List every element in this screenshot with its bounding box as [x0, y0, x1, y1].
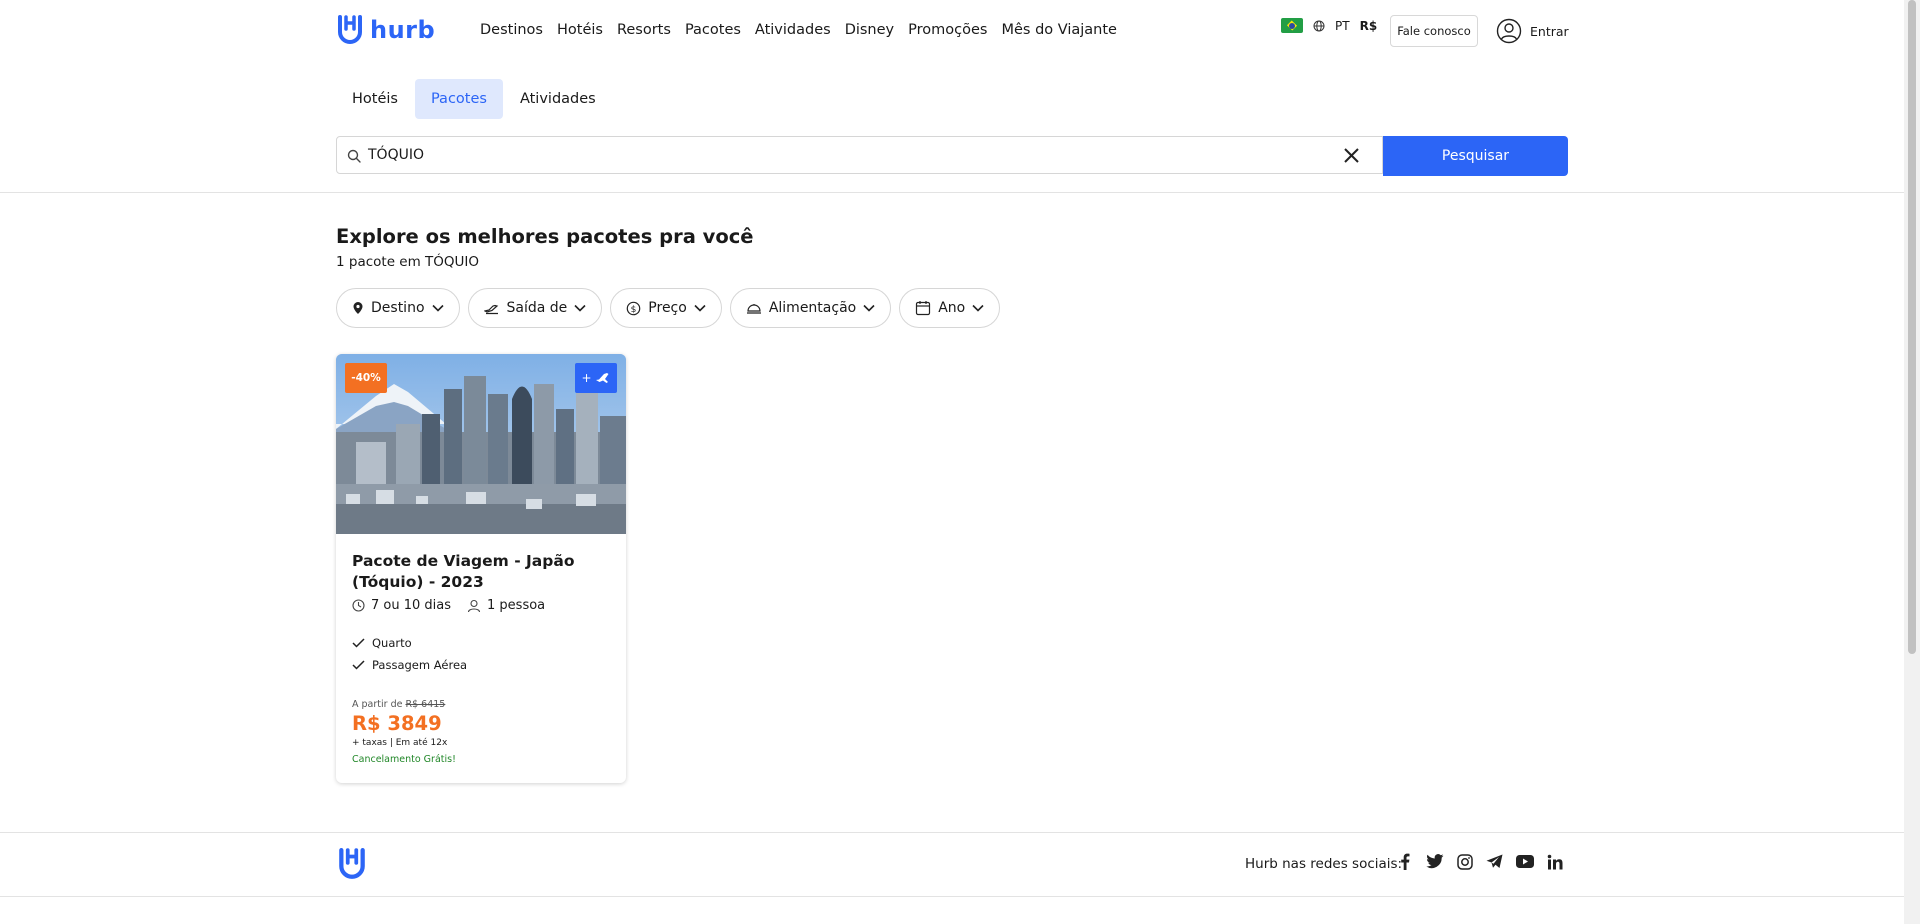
- plane-takeoff-icon: [483, 304, 498, 315]
- filter-label: Preço: [648, 300, 687, 316]
- chevron-down-icon: [972, 304, 984, 312]
- package-meta: 7 ou 10 dias 1 pessoa: [352, 598, 545, 613]
- filter-label: Destino: [371, 300, 425, 316]
- brand-name: hurb: [370, 16, 436, 44]
- main-nav: Destinos Hotéis Resorts Pacotes Atividad…: [480, 22, 1117, 38]
- footer-bottom-divider: [0, 896, 1904, 897]
- header-divider: [0, 192, 1904, 193]
- globe-icon: [1313, 20, 1325, 31]
- food-tray-icon: [746, 304, 761, 314]
- nav-item-atividades[interactable]: Atividades: [755, 22, 831, 38]
- results-count: 1 pacote em TÓQUIO: [336, 254, 480, 270]
- footer-divider: [0, 832, 1904, 833]
- package-title[interactable]: Pacote de Viagem - Japão (Tóquio) - 2023: [352, 551, 614, 593]
- locale-selector[interactable]: PT R$: [1281, 18, 1377, 33]
- instagram-icon[interactable]: [1455, 852, 1474, 871]
- price-from: A partir de R$ 6415: [352, 699, 445, 710]
- search-value: TÓQUIO: [368, 147, 424, 163]
- filter-label: Saída de: [506, 300, 568, 316]
- linkedin-icon[interactable]: [1545, 852, 1564, 871]
- search-button[interactable]: Pesquisar: [1383, 136, 1568, 176]
- nav-item-disney[interactable]: Disney: [845, 22, 894, 38]
- price-taxes: + taxas | Em até 12x: [352, 738, 448, 748]
- package-photo[interactable]: -40% +: [336, 354, 626, 534]
- nav-item-promocoes[interactable]: Promoções: [908, 22, 987, 38]
- page-title: Explore os melhores pacotes pra você: [336, 225, 754, 248]
- nav-item-resorts[interactable]: Resorts: [617, 22, 671, 38]
- telegram-icon[interactable]: [1485, 852, 1504, 871]
- login-label: Entrar: [1530, 23, 1569, 39]
- youtube-icon[interactable]: [1515, 852, 1534, 871]
- search-icon: [347, 149, 361, 163]
- svg-text:$: $: [631, 305, 637, 315]
- filter-alimentacao[interactable]: Alimentação: [729, 288, 892, 328]
- chevron-down-icon: [431, 304, 444, 312]
- tab-atividades[interactable]: Atividades: [504, 79, 612, 119]
- search-input[interactable]: TÓQUIO: [336, 136, 1383, 174]
- login-button[interactable]: Entrar: [1496, 18, 1569, 44]
- hurb-footer-logo-icon[interactable]: [336, 848, 368, 880]
- social-links: [1395, 852, 1564, 871]
- user-icon: [1496, 18, 1522, 44]
- airplane-icon: [595, 373, 609, 383]
- old-price: R$ 6415: [405, 699, 446, 710]
- package-card[interactable]: -40% + Pacote de Viagem - Japão (Tóquio)…: [336, 354, 626, 783]
- filter-label: Ano: [938, 300, 966, 316]
- tab-hoteis[interactable]: Hotéis: [336, 79, 414, 119]
- calendar-icon: [916, 301, 931, 316]
- nav-item-mes-do-viajante[interactable]: Mês do Viajante: [1001, 22, 1117, 38]
- filter-ano[interactable]: Ano: [899, 288, 1001, 328]
- product-tabs: Hotéis Pacotes Atividades: [336, 79, 613, 119]
- filter-label: Alimentação: [768, 300, 857, 316]
- chevron-down-icon: [574, 304, 586, 312]
- social-label: Hurb nas redes sociais:: [1245, 856, 1403, 872]
- check-icon: [352, 638, 365, 648]
- page-scrollbar[interactable]: [1904, 0, 1920, 924]
- top-header: hurb Destinos Hotéis Resorts Pacotes Ati…: [0, 0, 1904, 64]
- facebook-icon[interactable]: [1395, 852, 1414, 871]
- contact-button[interactable]: Fale conosco: [1390, 15, 1478, 47]
- included-item-label: Passagem Aérea: [372, 658, 468, 672]
- filter-saida-de[interactable]: Saída de: [467, 288, 603, 328]
- scrollbar-thumb[interactable]: [1908, 0, 1916, 654]
- chevron-down-icon: [863, 304, 875, 312]
- hurb-logo-icon: [338, 15, 362, 44]
- current-price: R$ 3849: [352, 712, 442, 735]
- nav-item-destinos[interactable]: Destinos: [480, 22, 543, 38]
- money-icon: $: [626, 301, 641, 315]
- included-item-label: Quarto: [372, 636, 412, 650]
- flight-badge-plus: +: [581, 371, 592, 385]
- location-pin-icon: [353, 302, 363, 314]
- package-duration: 7 ou 10 dias: [371, 598, 452, 613]
- currency-label: R$: [1359, 18, 1378, 33]
- filter-bar: Destino Saída de $ Preço Alimentação Ano: [336, 288, 1001, 328]
- discount-badge: -40%: [345, 363, 387, 393]
- close-icon[interactable]: [1343, 147, 1360, 164]
- language-label: PT: [1335, 18, 1350, 33]
- free-cancellation: Cancelamento Grátis!: [352, 754, 456, 765]
- nav-item-hoteis[interactable]: Hotéis: [557, 22, 603, 38]
- price-from-label: A partir de: [352, 699, 403, 710]
- flight-included-badge: +: [575, 363, 617, 393]
- tab-pacotes[interactable]: Pacotes: [414, 79, 503, 119]
- included-item: Quarto: [352, 636, 412, 650]
- twitter-icon[interactable]: [1425, 852, 1444, 871]
- person-icon: [467, 599, 481, 612]
- nav-item-pacotes[interactable]: Pacotes: [685, 22, 741, 38]
- chevron-down-icon: [694, 304, 706, 312]
- hurb-logo[interactable]: hurb: [336, 15, 435, 45]
- clock-icon: [352, 599, 365, 612]
- filter-preco[interactable]: $ Preço: [610, 288, 722, 328]
- package-people: 1 pessoa: [487, 598, 546, 613]
- filter-destino[interactable]: Destino: [336, 288, 460, 328]
- check-icon: [352, 660, 365, 670]
- brazil-flag-icon: [1281, 18, 1303, 33]
- included-item: Passagem Aérea: [352, 658, 467, 672]
- page: hurb Destinos Hotéis Resorts Pacotes Ati…: [0, 0, 1904, 924]
